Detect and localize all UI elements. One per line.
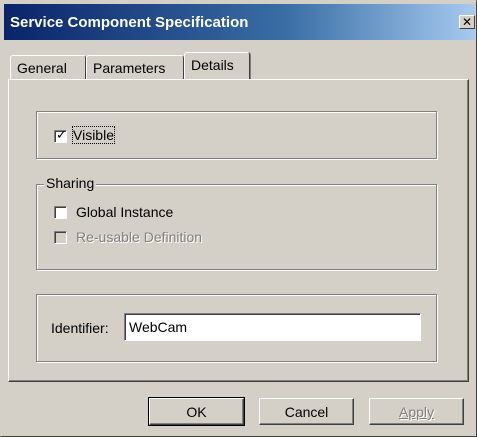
visible-checkbox[interactable]: ✓	[54, 128, 67, 143]
ok-button-label: OK	[186, 404, 207, 420]
identifier-input[interactable]: WebCam	[124, 313, 421, 341]
cancel-button-label: Cancel	[284, 404, 329, 420]
cancel-button[interactable]: Cancel	[259, 398, 354, 425]
title-bar[interactable]: Service Component Specification ✕	[4, 4, 475, 40]
reusable-definition-checkbox	[54, 231, 67, 244]
apply-button-label: Apply	[398, 404, 435, 420]
global-instance-label[interactable]: Global Instance	[76, 204, 173, 220]
tab-general-label: General	[17, 60, 67, 76]
ok-button[interactable]: OK	[148, 397, 245, 426]
reusable-definition-label: Re-usable Definition	[76, 229, 203, 245]
close-icon: ✕	[461, 15, 473, 29]
apply-button: Apply	[369, 398, 464, 425]
tab-general[interactable]: General	[10, 55, 86, 79]
identifier-label: Identifier:	[51, 320, 109, 336]
global-instance-checkbox[interactable]	[54, 206, 67, 219]
tab-parameters-label: Parameters	[93, 60, 166, 76]
dialog-window: Service Component Specification ✕ Genera…	[0, 0, 477, 437]
tab-parameters[interactable]: Parameters	[86, 55, 184, 79]
window-title: Service Component Specification	[10, 14, 249, 31]
close-button[interactable]: ✕	[459, 15, 475, 29]
sharing-group	[36, 184, 437, 270]
details-panel: ✓ Visible Sharing Global Instance Re-usa…	[8, 79, 469, 382]
visible-label[interactable]: Visible	[72, 126, 115, 144]
tab-details-label: Details	[191, 57, 234, 73]
sharing-legend: Sharing	[44, 175, 97, 191]
check-icon: ✓	[56, 128, 67, 143]
tab-details[interactable]: Details	[184, 52, 250, 79]
